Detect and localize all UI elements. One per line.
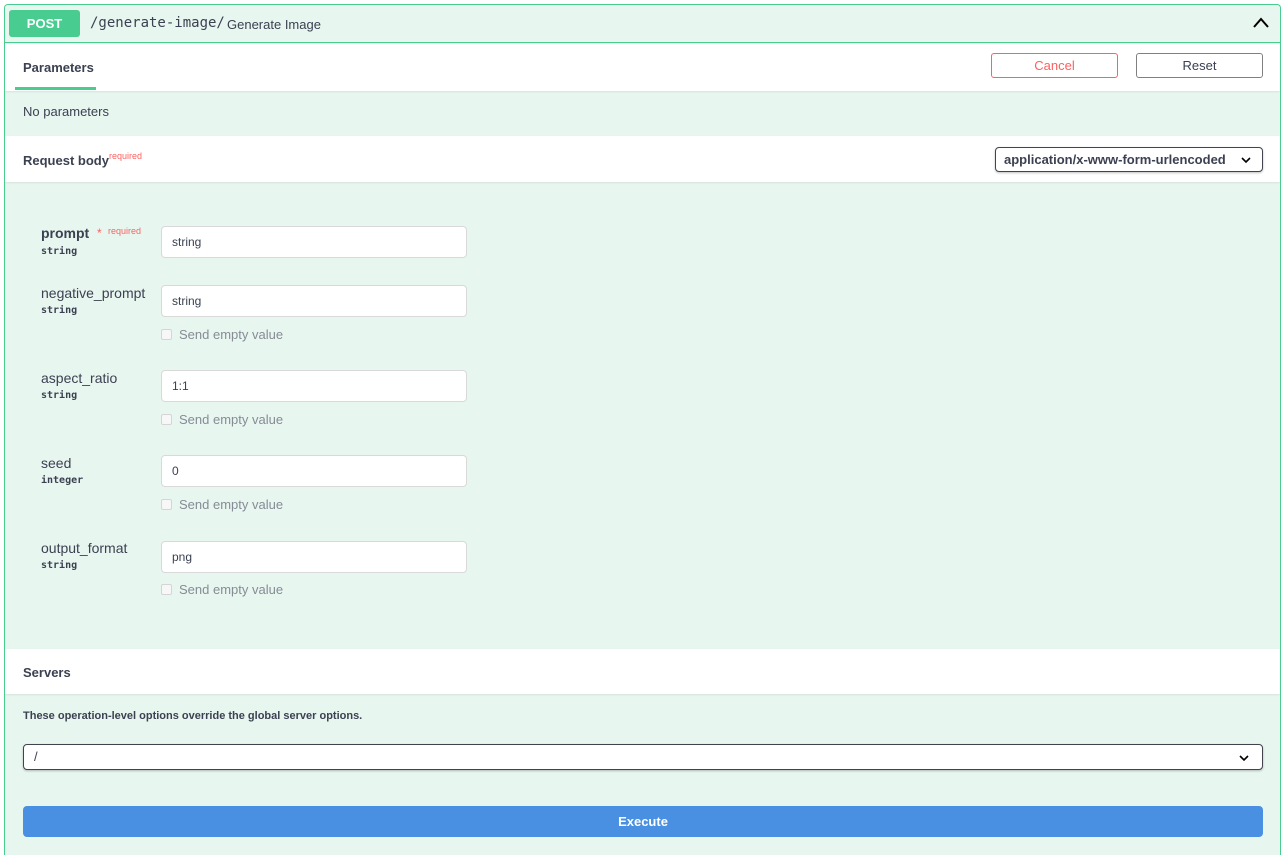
no-parameters-text: No parameters (23, 104, 109, 119)
servers-title: Servers (23, 665, 71, 680)
field-name-seed: seed (41, 455, 72, 471)
output-format-input[interactable]: png (161, 541, 467, 573)
field-required-label: required (108, 226, 142, 236)
reset-button[interactable]: Reset (1136, 53, 1263, 78)
parameters-header: Parameters Cancel Reset (5, 44, 1280, 91)
send-empty-checkbox[interactable] (161, 414, 172, 425)
send-empty-label: Send empty value (179, 497, 284, 512)
aspect-ratio-input[interactable]: 1:1 (161, 370, 467, 402)
execute-button[interactable]: Execute (23, 806, 1263, 837)
request-body-required: required (109, 151, 143, 161)
tab-parameters[interactable]: Parameters (23, 60, 94, 75)
server-select-value: / (34, 749, 38, 764)
send-empty-label: Send empty value (179, 582, 284, 597)
request-body-title: Request body (23, 153, 109, 168)
content-type-value: application/x-www-form-urlencoded (1004, 152, 1226, 167)
field-name-aspect-ratio: aspect_ratio (41, 370, 118, 386)
servers-note: These operation-level options override t… (23, 710, 363, 722)
send-empty-checkbox[interactable] (161, 329, 172, 340)
field-type-aspect-ratio: string (41, 390, 78, 401)
chevron-up-icon[interactable] (1251, 13, 1271, 33)
field-name-negative-prompt: negative_prompt (41, 285, 146, 301)
send-empty-label: Send empty value (179, 412, 284, 427)
request-body-header: Request body required application/x-www-… (5, 136, 1280, 182)
cancel-button[interactable]: Cancel (991, 53, 1118, 78)
method-badge: POST (9, 10, 80, 37)
send-empty-label: Send empty value (179, 327, 284, 342)
operation-summary[interactable]: POST /generate-image/ Generate Image (5, 5, 1280, 43)
operation-block: POST /generate-image/ Generate Image Par… (4, 4, 1281, 855)
prompt-input[interactable]: string (161, 226, 467, 258)
field-name-prompt: prompt (41, 225, 90, 241)
content-type-select[interactable]: application/x-www-form-urlencoded (995, 147, 1263, 172)
operation-path: /generate-image/ (90, 15, 225, 31)
chevron-down-icon (1239, 755, 1249, 762)
chevron-down-icon (1241, 157, 1251, 164)
send-empty-checkbox[interactable] (161, 584, 172, 595)
field-name-output-format: output_format (41, 540, 128, 556)
operation-summary-text: Generate Image (227, 17, 321, 32)
send-empty-checkbox[interactable] (161, 499, 172, 510)
required-star: * (97, 226, 102, 240)
negative-prompt-input[interactable]: string (161, 285, 467, 317)
field-type-seed: integer (41, 475, 84, 486)
servers-header: Servers (5, 649, 1280, 694)
server-select[interactable]: / (23, 744, 1263, 770)
seed-input[interactable]: 0 (161, 455, 467, 487)
tab-underline (15, 87, 96, 90)
field-type-prompt: string (41, 246, 78, 257)
field-type-output-format: string (41, 560, 78, 571)
field-type-negative-prompt: string (41, 305, 78, 316)
